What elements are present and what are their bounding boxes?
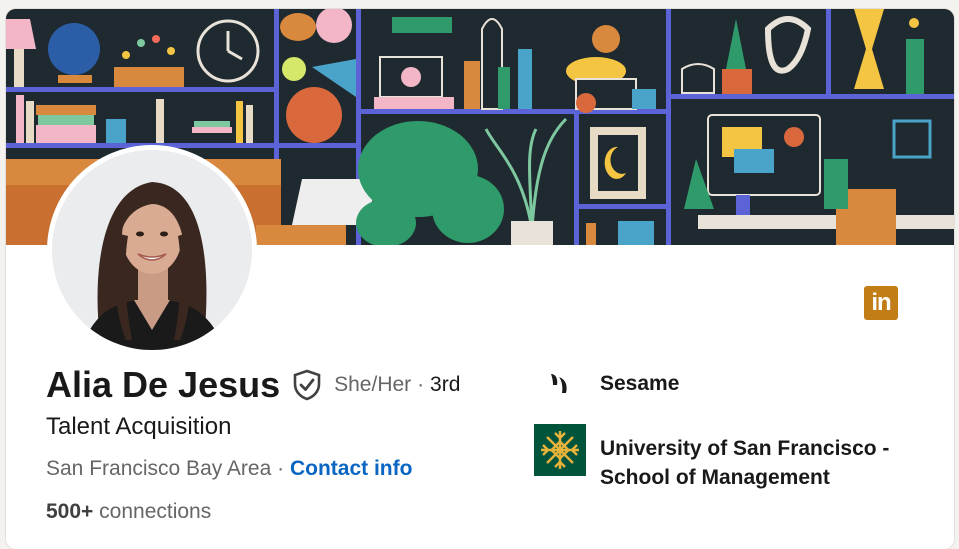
sesame-logo-icon [534,369,586,399]
current-company-link[interactable]: Sesame [534,369,679,399]
degree-separator: · [417,373,425,396]
connections-number: 500+ [46,500,94,523]
contact-info-link[interactable]: Contact info [290,457,412,480]
location-row: San Francisco Bay Area · Contact info [46,457,412,481]
company-name: Sesame [600,372,680,395]
profile-headline: Talent Acquisition [46,413,232,440]
education-link[interactable]: University of San Francisco - School of … [534,424,920,492]
profile-card: in Alia De Jesus She/Her · 3rd Talent Ac… [6,9,954,549]
connection-degree: 3rd [430,373,461,396]
school-name: University of San Francisco - School of … [600,437,890,489]
usf-logo-icon [534,424,586,476]
profile-photo[interactable] [47,145,257,355]
connections-count[interactable]: 500+ connections [46,500,211,524]
verified-shield-icon[interactable] [292,369,322,401]
connections-label: connections [99,500,212,523]
avatar-portrait [52,150,252,350]
profile-location: San Francisco Bay Area [46,457,272,480]
name-row: Alia De Jesus She/Her · 3rd [46,363,460,407]
profile-name: Alia De Jesus [46,364,281,405]
linkedin-icon: in [864,286,898,320]
location-separator: · [277,457,285,480]
pronouns: She/Her [334,373,412,396]
